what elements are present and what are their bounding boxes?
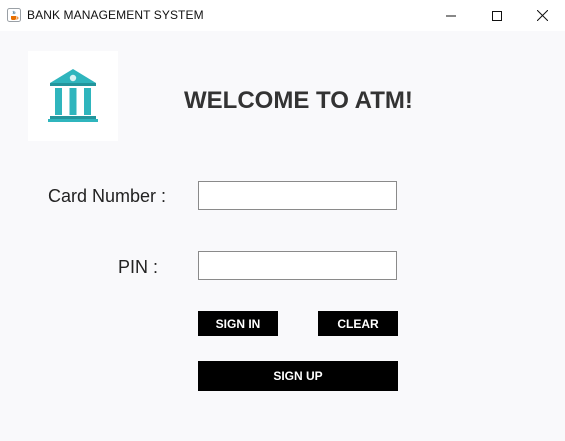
- atm-window: BANK MANAGEMENT SYSTEM WELCOME TO ATM! C…: [0, 0, 565, 441]
- pin-input[interactable]: [198, 251, 397, 280]
- clear-button[interactable]: CLEAR: [318, 311, 398, 336]
- title-bar[interactable]: BANK MANAGEMENT SYSTEM: [0, 0, 565, 31]
- card-number-label: Card Number :: [48, 186, 167, 206]
- pin-label: PIN :: [118, 257, 159, 277]
- bank-logo: [28, 51, 118, 141]
- window-title: BANK MANAGEMENT SYSTEM: [27, 8, 204, 22]
- java-cup-icon: [7, 8, 21, 22]
- sign-in-button[interactable]: SIGN IN: [198, 311, 278, 336]
- sign-up-button[interactable]: SIGN UP: [198, 361, 398, 391]
- welcome-heading: WELCOME TO ATM!: [184, 87, 413, 114]
- bank-building-icon: [48, 69, 98, 122]
- maximize-icon: [492, 10, 502, 21]
- card-number-input[interactable]: [198, 181, 397, 210]
- minimize-button[interactable]: [428, 0, 474, 31]
- maximize-button[interactable]: [474, 0, 520, 31]
- close-button[interactable]: [519, 0, 565, 31]
- close-icon: [536, 10, 548, 21]
- minimize-icon: [446, 15, 456, 16]
